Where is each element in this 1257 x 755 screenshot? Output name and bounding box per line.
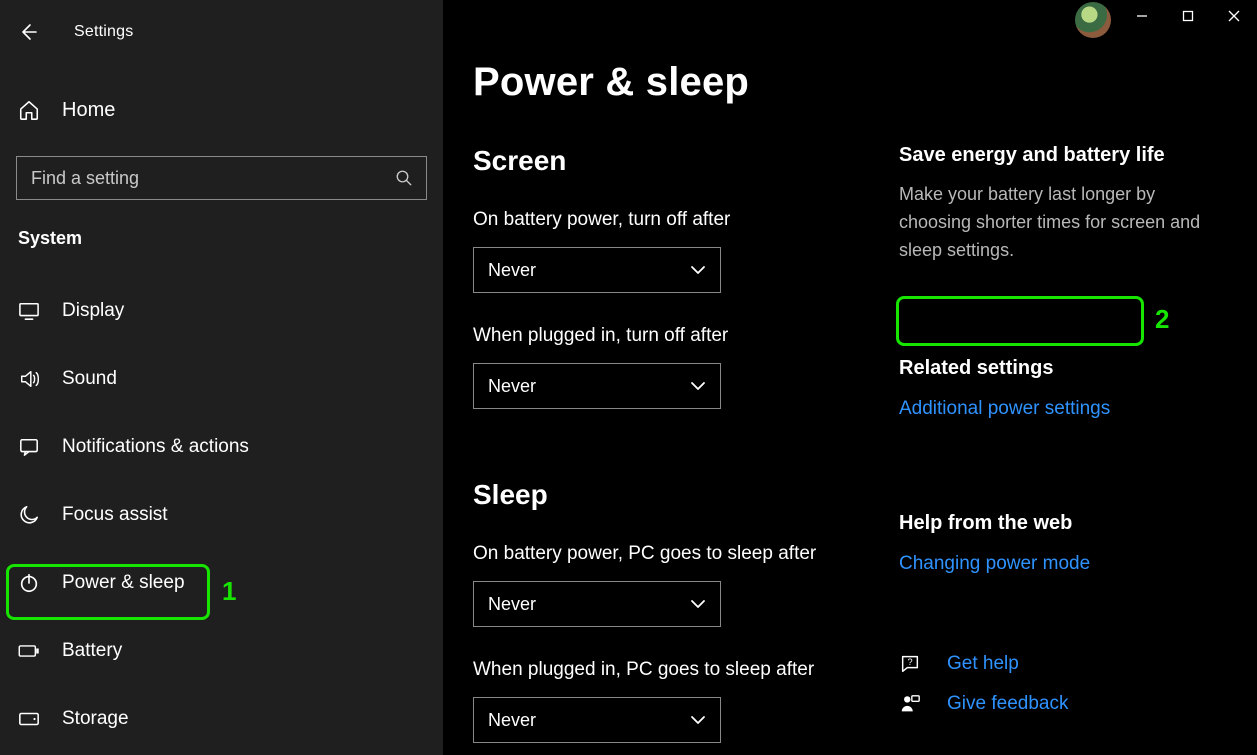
sidebar-item-notifications[interactable]: Notifications & actions [0,419,443,475]
aside-help-heading: Help from the web [899,512,1219,535]
aside-energy-desc: Make your battery last longer by choosin… [899,181,1219,265]
sound-icon [18,369,40,389]
chevron-down-icon [690,599,706,609]
svg-text:?: ? [907,657,912,667]
storage-icon [18,711,40,727]
chevron-down-icon [690,265,706,275]
sidebar-item-label: Focus assist [62,504,168,526]
aside-energy-heading: Save energy and battery life [899,144,1219,167]
display-icon [18,301,40,321]
sleep-battery-dropdown[interactable]: Never [473,581,721,627]
screen-battery-label: On battery power, turn off after [473,209,873,231]
notifications-icon [18,437,40,457]
chevron-down-icon [690,381,706,391]
feedback-person-icon [899,693,921,715]
chevron-down-icon [690,715,706,725]
sleep-plugged-label: When plugged in, PC goes to sleep after [473,659,873,681]
search-input[interactable] [16,156,427,200]
sidebar-item-storage[interactable]: Storage [0,691,443,747]
screen-battery-value: Never [488,260,536,281]
sleep-battery-label: On battery power, PC goes to sleep after [473,543,873,565]
sidebar-item-focus-assist[interactable]: Focus assist [0,487,443,543]
user-avatar[interactable] [1075,2,1111,38]
sidebar-home[interactable]: Home [0,86,443,134]
link-get-help[interactable]: Get help [947,653,1019,675]
search-icon [395,169,413,187]
back-button[interactable] [6,12,50,52]
close-button[interactable] [1211,0,1257,32]
sidebar: Settings Home System Display Sound [0,0,443,755]
sidebar-item-power-sleep[interactable]: Power & sleep [0,555,443,611]
sidebar-category: System [18,228,443,249]
chat-question-icon: ? [899,653,921,675]
link-changing-power-mode[interactable]: Changing power mode [899,553,1090,575]
sidebar-item-label: Battery [62,640,122,662]
sidebar-item-sound[interactable]: Sound [0,351,443,407]
arrow-left-icon [18,22,38,42]
screen-plugged-dropdown[interactable]: Never [473,363,721,409]
section-screen-heading: Screen [473,145,873,177]
sidebar-item-label: Display [62,300,124,322]
link-additional-power-settings[interactable]: Additional power settings [899,398,1110,420]
power-icon [18,572,40,594]
sleep-plugged-dropdown[interactable]: Never [473,697,721,743]
sidebar-item-label: Power & sleep [62,572,185,594]
section-sleep-heading: Sleep [473,479,873,511]
sidebar-item-label: Sound [62,368,117,390]
screen-battery-dropdown[interactable]: Never [473,247,721,293]
sleep-battery-value: Never [488,594,536,615]
page-title: Power & sleep [473,60,873,105]
content-area: Power & sleep Screen On battery power, t… [443,0,1257,755]
sidebar-item-battery[interactable]: Battery [0,623,443,679]
link-give-feedback[interactable]: Give feedback [947,693,1068,715]
maximize-button[interactable] [1165,0,1211,32]
home-icon [18,99,40,121]
screen-plugged-label: When plugged in, turn off after [473,325,873,347]
screen-plugged-value: Never [488,376,536,397]
sidebar-home-label: Home [62,99,115,122]
sidebar-item-display[interactable]: Display [0,283,443,339]
give-feedback-row[interactable]: Give feedback [899,693,1219,715]
get-help-row[interactable]: ? Get help [899,653,1219,675]
app-title: Settings [74,23,133,41]
sidebar-item-label: Notifications & actions [62,436,249,458]
focus-assist-icon [18,504,40,526]
minimize-button[interactable] [1119,0,1165,32]
battery-icon [18,643,40,659]
sidebar-item-label: Storage [62,708,129,730]
sleep-plugged-value: Never [488,710,536,731]
aside: Save energy and battery life Make your b… [899,60,1219,755]
window-titlebar [1075,0,1257,38]
aside-related-heading: Related settings [899,357,1219,380]
